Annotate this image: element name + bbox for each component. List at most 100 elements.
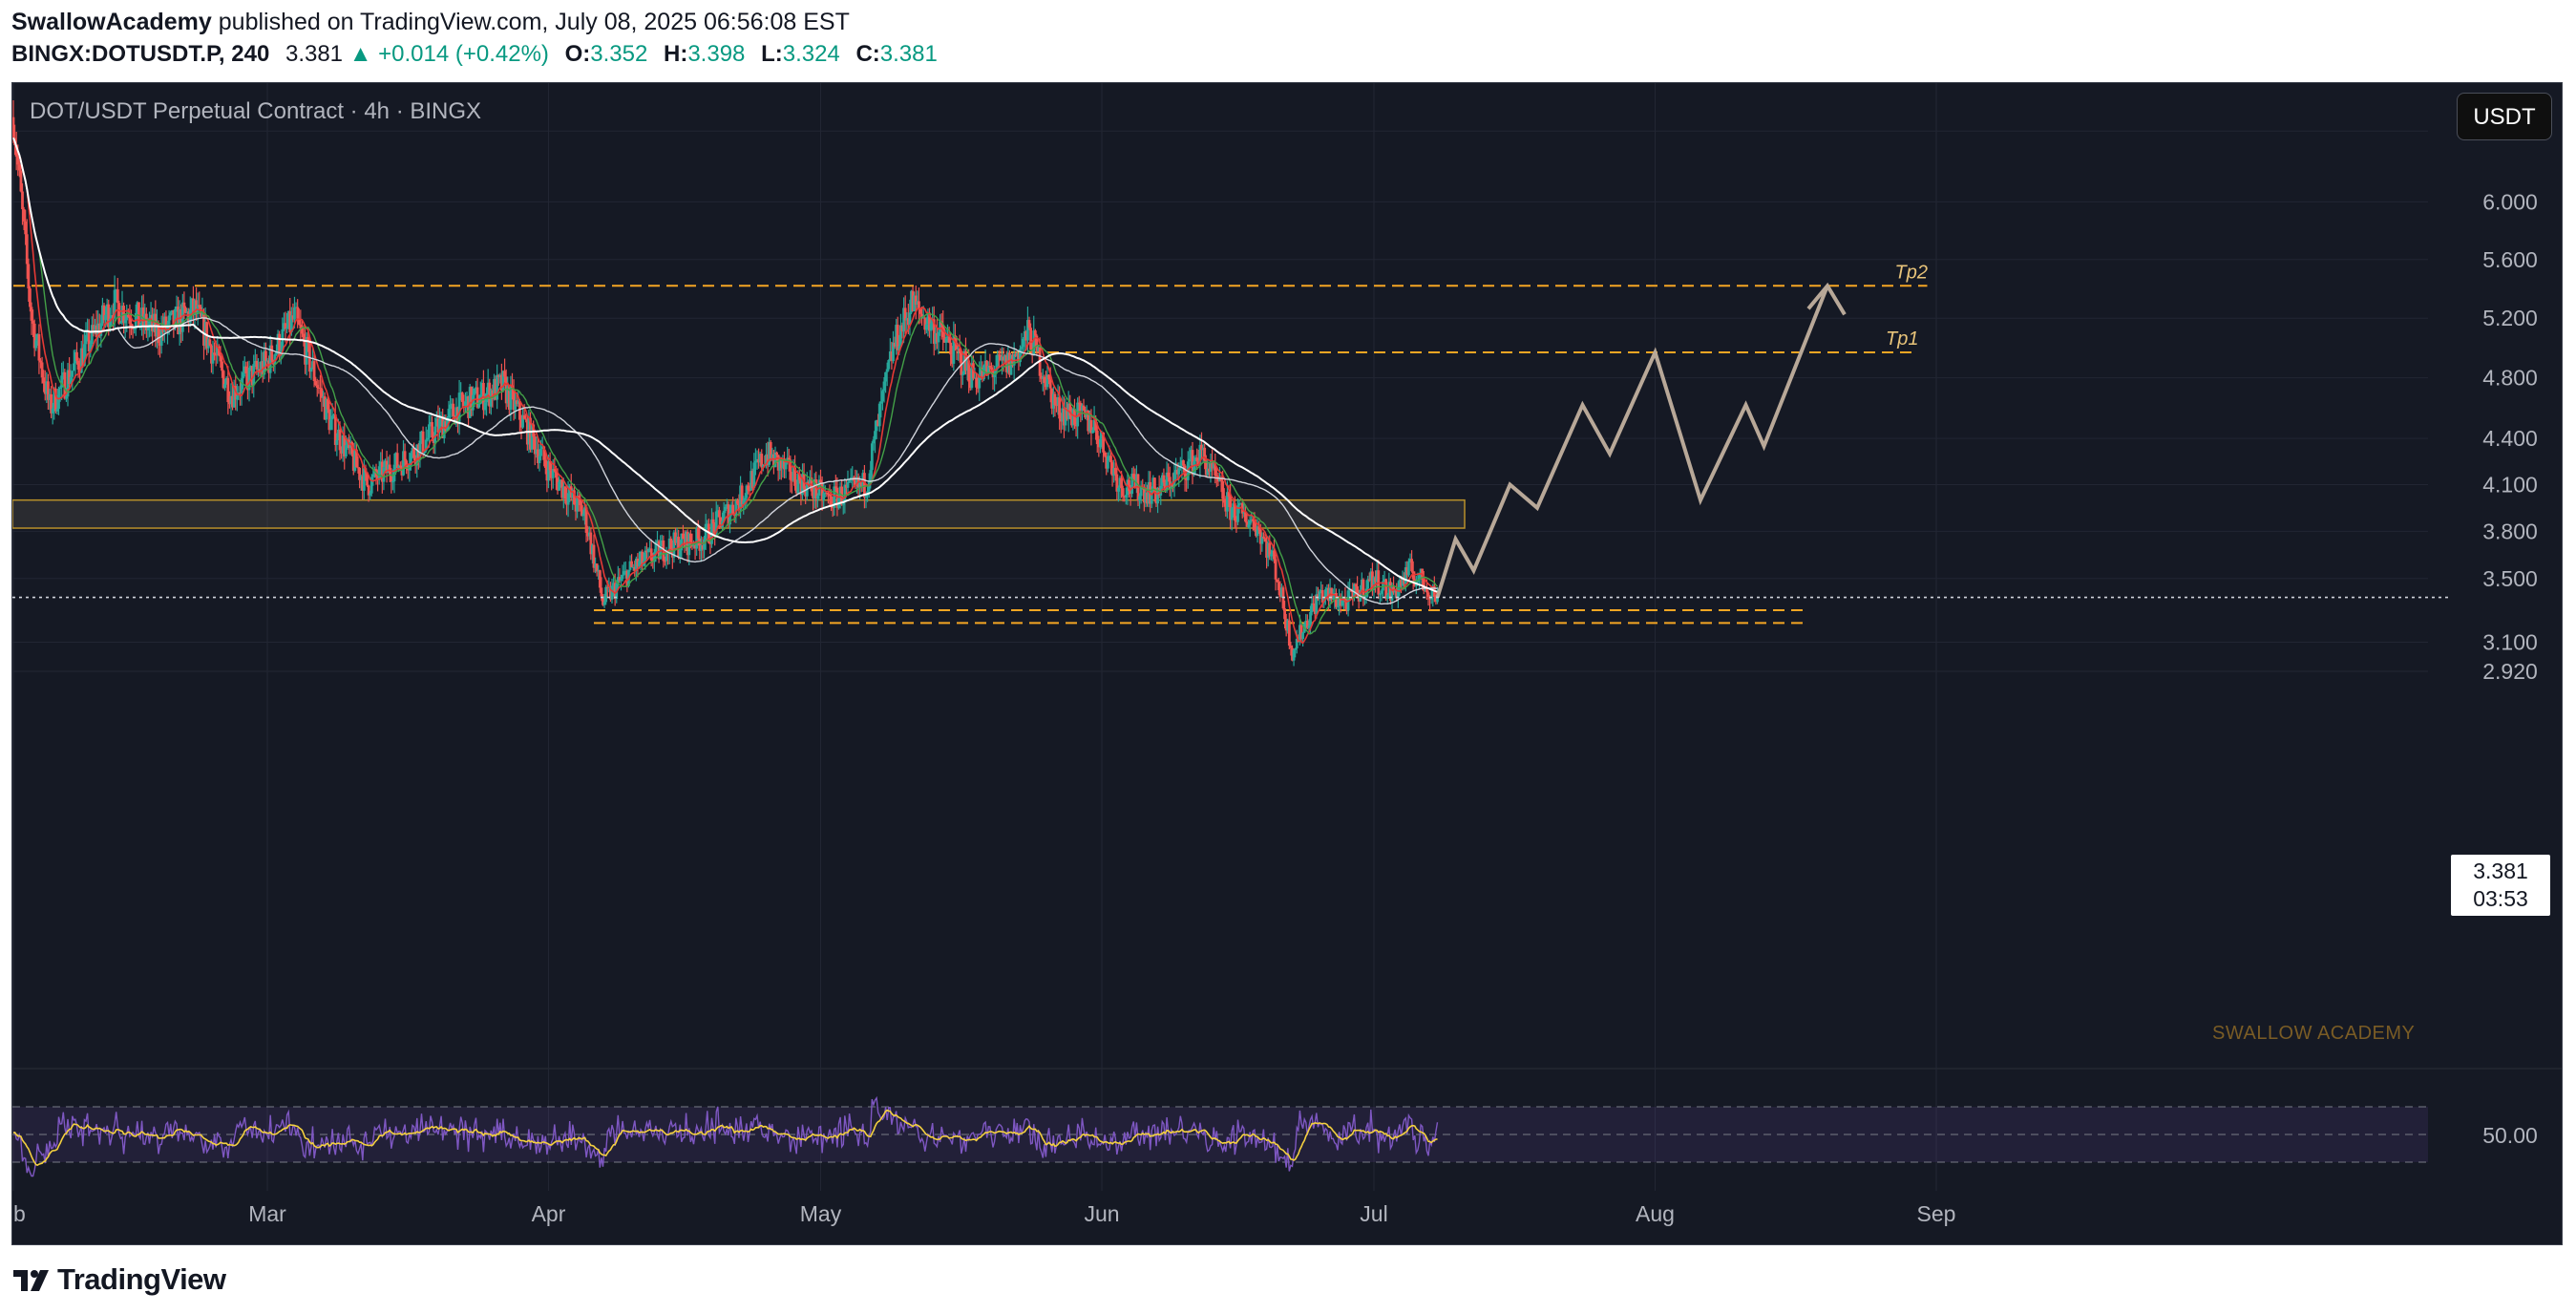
candle-body	[1120, 477, 1123, 489]
candle-body	[167, 315, 171, 325]
candle-body	[503, 371, 506, 377]
candle-body	[58, 387, 62, 390]
currency-button[interactable]: USDT	[2457, 93, 2552, 140]
candle-body	[724, 506, 728, 511]
candle-body	[1109, 456, 1112, 463]
candle-body	[1309, 612, 1312, 626]
candle-body	[975, 377, 978, 388]
candle-body	[696, 527, 700, 539]
candle-body	[649, 548, 653, 561]
candle-body	[75, 351, 78, 361]
candle-body	[1341, 600, 1344, 606]
chart-frame[interactable]: 6.5006.0005.6005.2004.8004.4004.1003.800…	[11, 82, 2563, 1245]
candle-body	[747, 485, 750, 491]
candle-body	[1033, 330, 1037, 336]
candle-body	[1262, 537, 1265, 539]
candle-body	[600, 587, 603, 597]
candle-body	[338, 429, 342, 451]
candle-body	[483, 402, 487, 411]
candle-body	[314, 381, 318, 386]
candle-body	[32, 320, 34, 324]
candle-body	[25, 234, 29, 265]
y-tick-label: 5.200	[2482, 306, 2538, 330]
candle-body	[563, 486, 567, 499]
candle-body	[426, 437, 430, 440]
candle-body	[736, 500, 739, 504]
candle-body	[315, 385, 319, 389]
candle-body	[846, 481, 850, 488]
candle-body	[244, 366, 248, 374]
candle-body	[55, 409, 59, 412]
candle-body	[477, 404, 481, 408]
candle-body	[1407, 562, 1410, 576]
candle-body	[819, 479, 822, 483]
bar-countdown: 03:53	[2473, 886, 2528, 911]
candle-body	[864, 496, 868, 498]
candle-body	[664, 561, 666, 562]
candle-body	[293, 307, 296, 320]
candle-body	[117, 303, 121, 324]
candle-body	[1106, 456, 1109, 469]
candle-body	[598, 570, 602, 588]
candle-body	[937, 331, 940, 343]
candle-body	[421, 431, 425, 454]
candle-body	[1294, 647, 1298, 650]
candle-body	[1195, 457, 1199, 461]
candle-body	[309, 368, 313, 372]
candle-body	[621, 574, 624, 580]
candle-body	[344, 445, 348, 456]
candle-body	[602, 602, 606, 605]
candle-body	[1366, 579, 1370, 589]
candle-body	[1177, 468, 1181, 475]
candle-body	[784, 462, 788, 470]
candle-body	[870, 443, 874, 471]
y-tick-label: 4.400	[2482, 426, 2538, 451]
candle-body	[1274, 559, 1277, 580]
candle-body	[255, 360, 259, 370]
candle-body	[558, 481, 560, 491]
candle-body	[1167, 472, 1171, 477]
tradingview-brand[interactable]: TradingView	[57, 1262, 226, 1297]
candle-body	[208, 339, 212, 346]
candle-body	[16, 157, 20, 165]
candle-body	[887, 360, 891, 370]
candle-body	[1048, 379, 1052, 389]
low-value: 3.324	[782, 41, 840, 67]
candle-body	[198, 305, 201, 307]
candle-body	[1277, 582, 1280, 591]
candle-body	[1117, 487, 1120, 492]
candle-body	[620, 579, 623, 581]
published-text: published on TradingView.com, July 08, 2…	[211, 9, 850, 35]
candle-body	[848, 480, 851, 482]
publisher-name[interactable]: SwallowAcademy	[11, 9, 212, 35]
candle-body	[42, 377, 46, 384]
candle-body	[1043, 376, 1046, 383]
close-value: 3.381	[879, 41, 938, 67]
candle-body	[1193, 461, 1195, 476]
open-value: 3.352	[590, 41, 648, 67]
candle-body	[518, 401, 521, 420]
candle-body	[223, 383, 227, 389]
candle-body	[29, 288, 32, 307]
candle-body	[240, 378, 243, 393]
y-tick-label: 5.600	[2482, 247, 2538, 272]
chart-canvas[interactable]: 6.5006.0005.6005.2004.8004.4004.1003.800…	[12, 83, 2563, 1245]
candle-body	[918, 308, 922, 314]
candle-body	[312, 361, 316, 382]
x-tick-label: Aug	[1636, 1201, 1675, 1226]
level-label: Tp1	[1886, 328, 1918, 350]
candle-body	[1091, 430, 1094, 434]
candle-body	[1385, 595, 1389, 599]
candle-body	[1131, 474, 1135, 478]
candle-body	[133, 328, 137, 330]
candle-body	[949, 342, 953, 355]
candle-body	[1139, 487, 1143, 497]
candle-body	[65, 396, 68, 399]
candle-body	[604, 586, 608, 603]
candle-body	[264, 350, 267, 361]
candle-body	[214, 354, 218, 356]
candle-body	[1378, 593, 1382, 595]
candle-body	[301, 328, 304, 334]
candle-body	[522, 414, 526, 419]
candle-body	[126, 314, 130, 317]
